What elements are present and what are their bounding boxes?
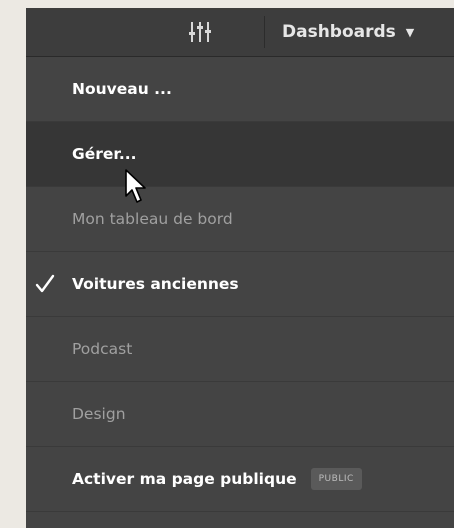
menu-item-new[interactable]: Nouveau ... xyxy=(26,57,454,122)
menu-item-podcast[interactable]: Podcast xyxy=(26,317,454,382)
caret-down-icon: ▼ xyxy=(405,25,415,39)
menu-item-label: Gérer... xyxy=(72,145,137,163)
menu-item-label: Nouveau ... xyxy=(72,80,172,98)
dashboards-label: Dashboards xyxy=(282,22,396,42)
menu-item-public-page[interactable]: Activer ma page publique PUBLIC xyxy=(26,447,454,512)
dashboards-dropdown-panel: Dashboards ▼ Nouveau ... Gérer... Mon ta… xyxy=(26,8,454,528)
sliders-icon[interactable] xyxy=(188,20,212,44)
dashboards-menu-button[interactable]: Dashboards ▼ xyxy=(282,8,414,56)
top-bar: Dashboards ▼ xyxy=(26,8,454,57)
menu-item-label: Activer ma page publique xyxy=(72,470,297,488)
menu-item-voitures-anciennes[interactable]: Voitures anciennes xyxy=(26,252,454,317)
dashboards-menu: Nouveau ... Gérer... Mon tableau de bord… xyxy=(26,57,454,512)
menu-item-label: Design xyxy=(72,405,126,423)
menu-item-label: Podcast xyxy=(72,340,133,358)
toolbar-divider xyxy=(264,16,265,48)
menu-item-design[interactable]: Design xyxy=(26,382,454,447)
menu-item-label: Voitures anciennes xyxy=(72,275,239,293)
menu-item-manage[interactable]: Gérer... xyxy=(26,122,454,187)
checkmark-icon xyxy=(34,273,56,295)
menu-item-my-dashboard[interactable]: Mon tableau de bord xyxy=(26,187,454,252)
public-badge: PUBLIC xyxy=(310,468,362,490)
menu-item-label: Mon tableau de bord xyxy=(72,210,233,228)
